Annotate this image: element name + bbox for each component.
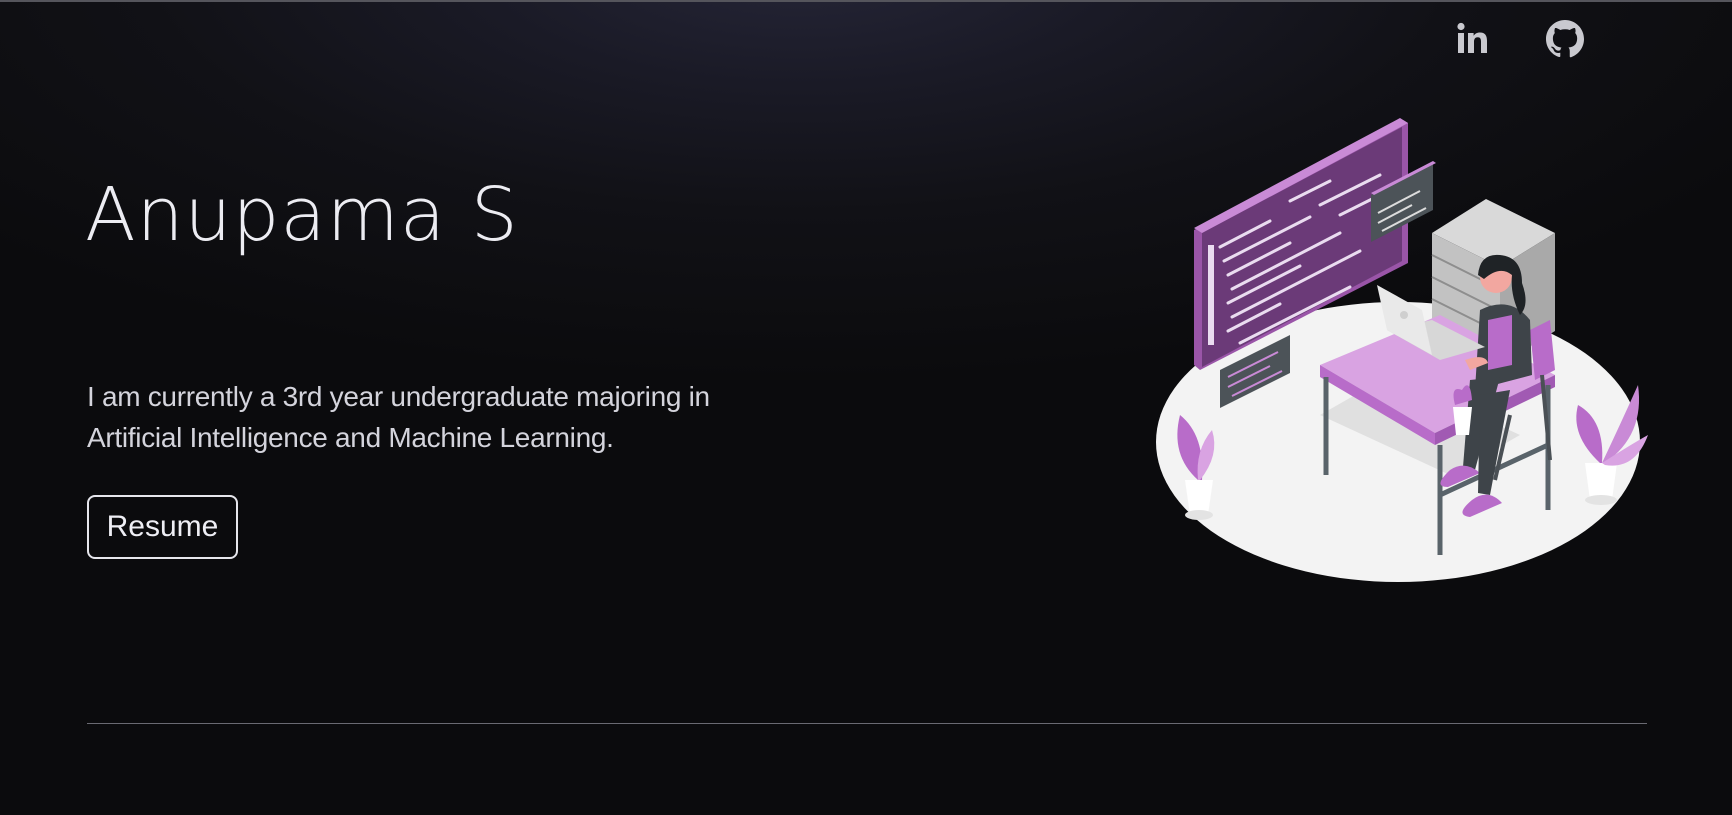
resume-button[interactable]: Resume (87, 495, 238, 559)
linkedin-icon (1457, 22, 1487, 53)
social-links (1452, 18, 1586, 60)
hero-name: Anupama S (85, 172, 519, 258)
developer-at-desk-illustration (1156, 118, 1648, 582)
section-divider (87, 723, 1647, 724)
github-icon (1546, 20, 1584, 58)
linkedin-link[interactable] (1452, 18, 1494, 60)
hero-bio: I am currently a 3rd year undergraduate … (87, 381, 710, 453)
github-link[interactable] (1544, 18, 1586, 60)
top-border (0, 0, 1732, 2)
